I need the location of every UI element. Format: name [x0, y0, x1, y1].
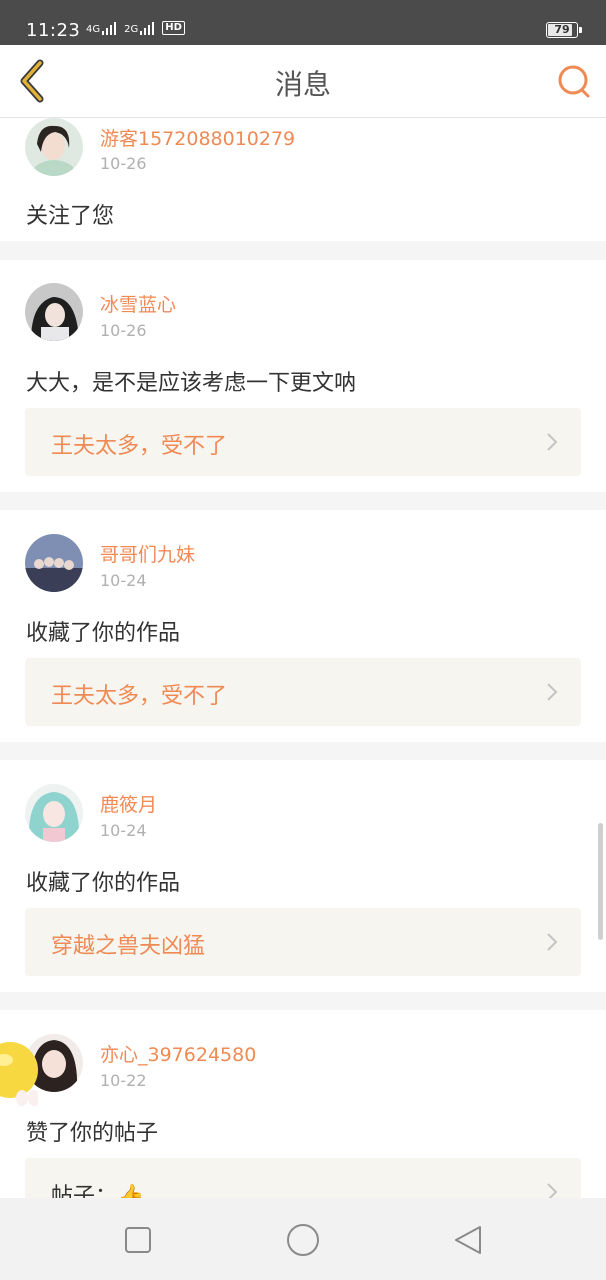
chevron-right-icon	[547, 433, 558, 451]
signal-2-icon	[140, 21, 155, 35]
timestamp: 10-24	[100, 821, 147, 840]
page-title: 消息	[274, 68, 331, 101]
battery-icon: 79	[546, 22, 582, 38]
timestamp: 10-26	[100, 321, 147, 340]
network-2-label: 2G	[124, 24, 139, 35]
avatar[interactable]	[25, 283, 83, 341]
triangle-back-icon[interactable]	[448, 1220, 488, 1260]
message-text: 赞了你的帖子	[26, 1121, 159, 1146]
system-nav-bar	[0, 1198, 606, 1280]
avatar-image	[25, 283, 83, 341]
work-link[interactable]: 穿越之兽夫凶猛	[25, 908, 581, 976]
top-bar: 消息	[0, 45, 606, 118]
post-link[interactable]: 帖子：👍	[25, 1158, 581, 1198]
username[interactable]: 冰雪蓝心	[100, 290, 176, 317]
message-text: 大大，是不是应该考虑一下更文呐	[26, 371, 357, 396]
notification-item[interactable]: 游客1572088010279 10-26 关注了您	[0, 118, 606, 241]
avatar[interactable]	[25, 118, 83, 176]
work-title: 王夫太多，受不了	[51, 684, 228, 709]
work-title: 王夫太多，受不了	[51, 434, 228, 459]
work-link[interactable]: 王夫太多，受不了	[25, 408, 581, 476]
square-icon[interactable]	[118, 1220, 158, 1260]
chevron-right-icon	[547, 933, 558, 951]
network-1-label: 4G	[86, 24, 101, 35]
scrollbar[interactable]	[598, 823, 603, 940]
post-title: 帖子：👍	[51, 1184, 145, 1198]
chevron-right-icon	[547, 1183, 558, 1198]
avatar-image	[25, 534, 83, 592]
username[interactable]: 游客1572088010279	[100, 124, 295, 151]
signal-1-icon	[102, 21, 117, 35]
search-button[interactable]	[556, 63, 592, 99]
avatar[interactable]	[25, 534, 83, 592]
chevron-right-icon	[547, 683, 558, 701]
floating-bubble-icon[interactable]	[0, 1040, 38, 1106]
avatar-image	[25, 118, 83, 176]
notification-item[interactable]: 哥哥们九妹 10-24 收藏了你的作品 王夫太多，受不了	[0, 510, 606, 742]
search-icon	[558, 65, 590, 98]
avatar-image	[25, 784, 83, 842]
timestamp: 10-24	[100, 571, 147, 590]
battery-level: 79	[554, 23, 570, 36]
notification-item[interactable]: 鹿筱月 10-24 收藏了你的作品 穿越之兽夫凶猛	[0, 760, 606, 992]
username[interactable]: 亦心_397624580	[100, 1040, 256, 1067]
status-time: 11:23	[26, 20, 81, 41]
notification-item[interactable]: 亦心_397624580 10-22 赞了你的帖子 帖子：👍	[0, 1010, 606, 1198]
status-bar: 11:23 4G 2G HD 79	[0, 0, 606, 45]
circle-icon[interactable]	[283, 1220, 323, 1260]
avatar[interactable]	[25, 784, 83, 842]
notification-item[interactable]: 冰雪蓝心 10-26 大大，是不是应该考虑一下更文呐 王夫太多，受不了	[0, 260, 606, 492]
message-text: 关注了您	[26, 204, 115, 229]
work-title: 穿越之兽夫凶猛	[51, 934, 206, 959]
work-link[interactable]: 王夫太多，受不了	[25, 658, 581, 726]
timestamp: 10-26	[100, 154, 147, 173]
hd-badge: HD	[162, 21, 185, 35]
message-text: 收藏了你的作品	[26, 871, 181, 896]
username[interactable]: 鹿筱月	[100, 790, 157, 817]
message-list: 游客1572088010279 10-26 关注了您 冰雪蓝心 10-26 大大…	[0, 118, 606, 1198]
username[interactable]: 哥哥们九妹	[100, 540, 195, 567]
message-text: 收藏了你的作品	[26, 621, 181, 646]
timestamp: 10-22	[100, 1071, 147, 1090]
signal-indicators: 4G 2G HD	[86, 19, 185, 35]
